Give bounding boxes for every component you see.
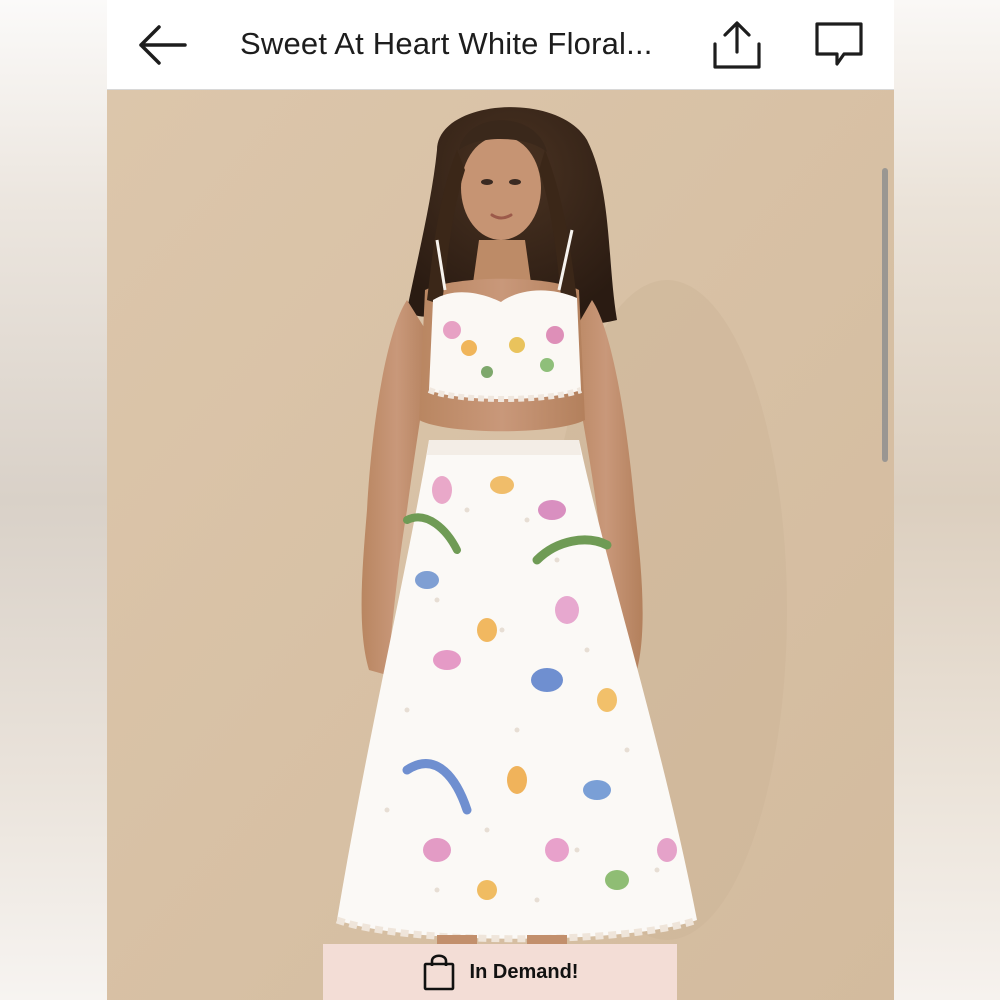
comment-button[interactable] bbox=[813, 20, 865, 70]
scrollbar[interactable] bbox=[882, 168, 888, 462]
arrow-left-icon bbox=[139, 25, 187, 65]
page-title: Sweet At Heart White Floral... bbox=[240, 26, 653, 61]
share-button[interactable] bbox=[711, 18, 763, 72]
shopping-bag-icon bbox=[423, 954, 454, 991]
left-blur-margin bbox=[0, 0, 107, 1000]
in-demand-badge: In Demand! bbox=[323, 944, 677, 1000]
app-screen: Sweet At Heart White Floral... In Demand… bbox=[107, 0, 894, 1000]
product-photo[interactable] bbox=[107, 90, 894, 1000]
comment-bubble-icon bbox=[815, 22, 863, 66]
back-button[interactable] bbox=[135, 22, 191, 68]
right-blur-margin bbox=[894, 0, 1000, 1000]
product-photo-illustration bbox=[107, 90, 894, 1000]
share-upload-icon bbox=[713, 21, 761, 69]
badge-label: In Demand! bbox=[469, 960, 579, 983]
top-navigation-bar: Sweet At Heart White Floral... bbox=[107, 0, 894, 90]
